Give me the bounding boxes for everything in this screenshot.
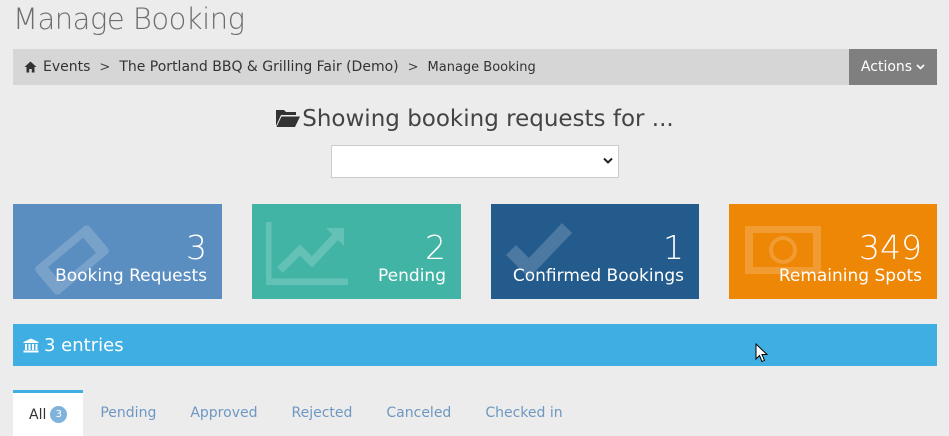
- actions-label: Actions: [860, 59, 913, 75]
- chevron-down-icon: [603, 157, 613, 164]
- booking-tabs: All 3 Pending Approved Rejected Canceled…: [13, 390, 580, 436]
- stat-label: Remaining Spots: [778, 266, 922, 286]
- tab-checked-in[interactable]: Checked in: [468, 390, 579, 436]
- stat-confirmed-bookings[interactable]: 1 Confirmed Bookings: [491, 204, 699, 299]
- tab-approved[interactable]: Approved: [173, 390, 274, 436]
- tab-label: All: [29, 406, 47, 423]
- chart-line-icon: [266, 222, 348, 285]
- tab-canceled[interactable]: Canceled: [369, 390, 468, 436]
- chevron-down-icon: [916, 64, 925, 70]
- breadcrumb-current: Manage Booking: [427, 59, 536, 75]
- home-icon: [24, 61, 37, 73]
- entries-bar: 3 entries: [13, 324, 937, 366]
- ticket-icon: [35, 225, 109, 295]
- folder-open-icon: [276, 110, 301, 127]
- stat-value: 3: [186, 228, 207, 267]
- mouse-cursor-icon: [755, 343, 769, 363]
- breadcrumb: Events > The Portland BBQ & Grilling Fai…: [24, 49, 536, 85]
- booking-filter-heading-text: Showing booking requests for ...: [302, 106, 674, 132]
- stat-value: 2: [425, 228, 446, 267]
- bank-icon: [23, 338, 39, 352]
- breadcrumb-events[interactable]: Events: [43, 59, 90, 75]
- breadcrumb-event-name[interactable]: The Portland BBQ & Grilling Fair (Demo): [119, 59, 398, 75]
- stat-booking-requests[interactable]: 3 Booking Requests: [13, 204, 222, 299]
- tab-all[interactable]: All 3: [13, 390, 84, 436]
- tab-count-badge: 3: [50, 406, 68, 423]
- tab-rejected[interactable]: Rejected: [274, 390, 369, 436]
- booking-filter-heading: Showing booking requests for ...: [0, 106, 949, 132]
- stat-pending[interactable]: 2 Pending: [252, 204, 461, 299]
- page-title: Manage Booking: [13, 2, 245, 36]
- booking-filter-select[interactable]: [331, 145, 619, 178]
- breadcrumb-separator: >: [407, 59, 419, 75]
- tab-pending[interactable]: Pending: [83, 390, 173, 436]
- stat-label: Booking Requests: [55, 266, 207, 286]
- stat-remaining-spots[interactable]: 349 Remaining Spots: [729, 204, 937, 299]
- stat-label: Confirmed Bookings: [512, 266, 684, 286]
- stat-value: 349: [859, 228, 922, 267]
- entries-count: 3 entries: [44, 334, 124, 356]
- breadcrumb-separator: >: [99, 59, 111, 75]
- breadcrumb-bar: Events > The Portland BBQ & Grilling Fai…: [13, 49, 937, 85]
- actions-button[interactable]: Actions: [849, 49, 937, 85]
- stat-label: Pending: [378, 266, 446, 286]
- stat-value: 1: [663, 228, 684, 267]
